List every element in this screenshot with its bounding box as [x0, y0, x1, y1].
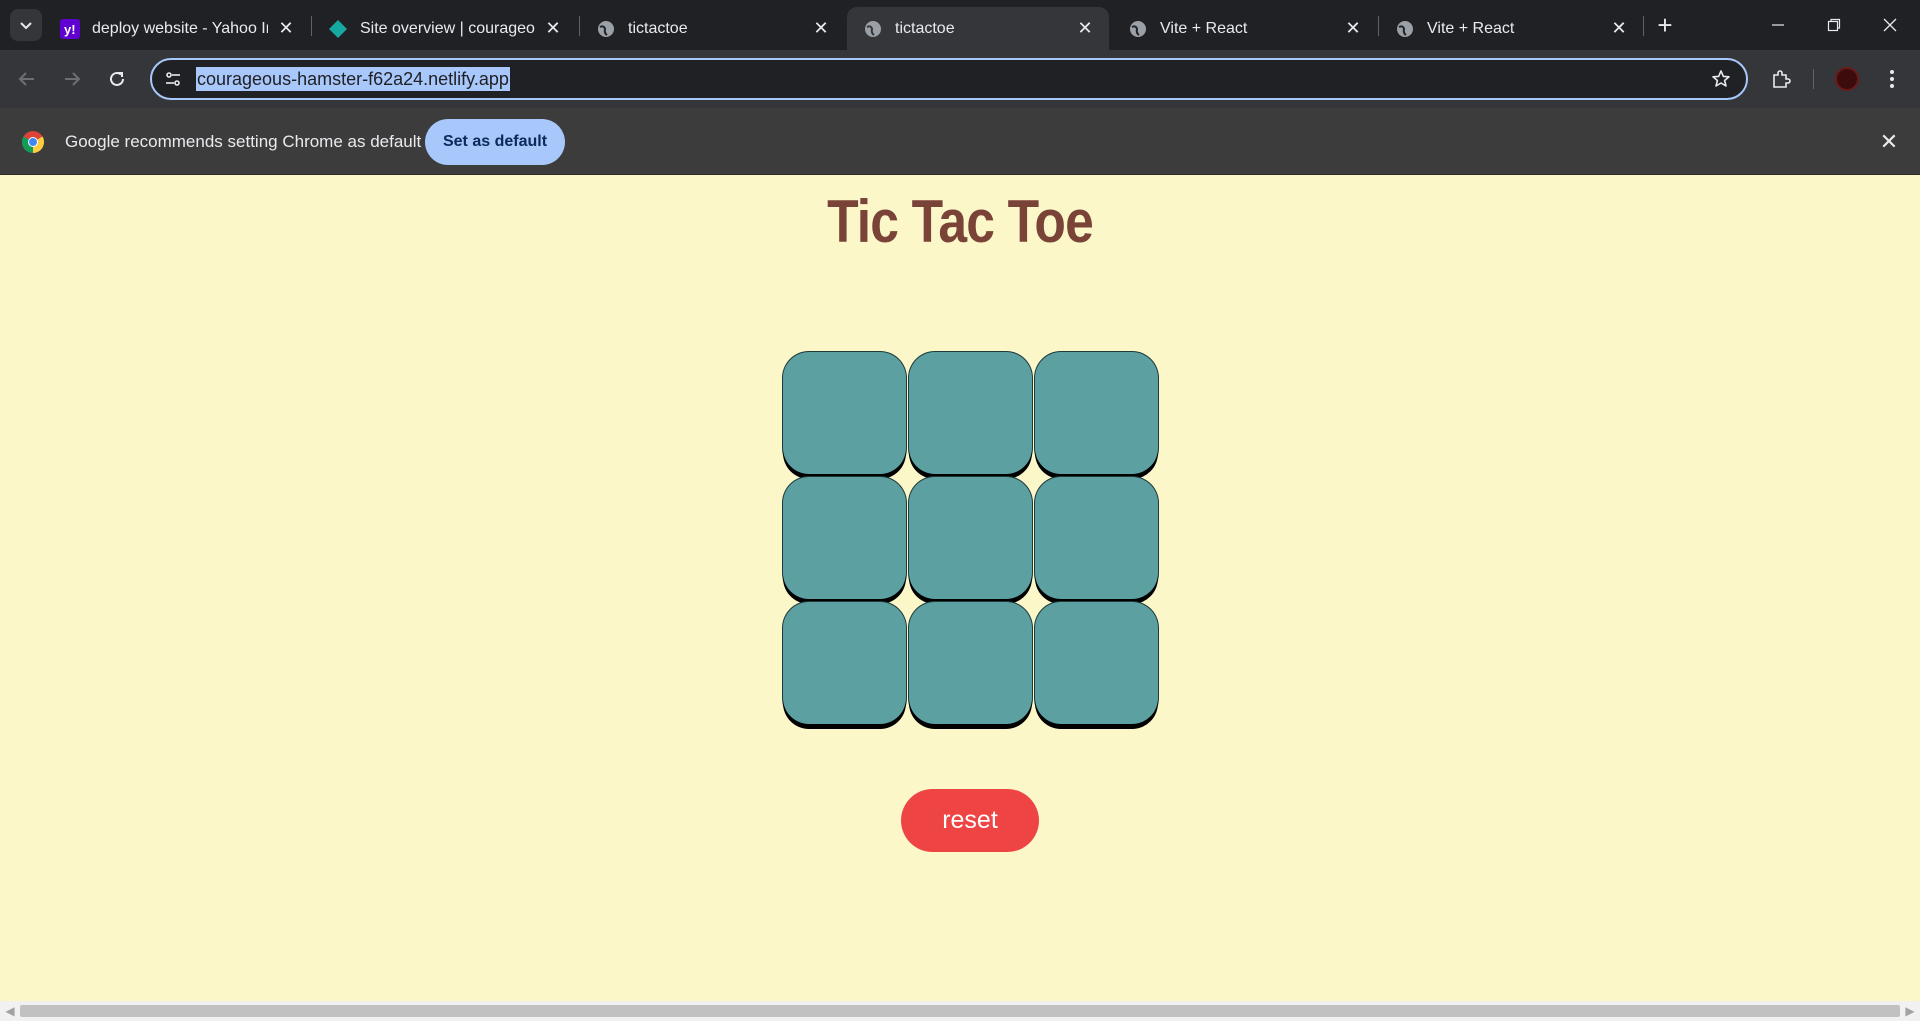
- close-icon[interactable]: ✕: [276, 18, 296, 39]
- tab-title: Site overview | courageous: [360, 19, 535, 37]
- infobar-close-button[interactable]: ✕: [1876, 129, 1902, 155]
- board-cell[interactable]: [909, 477, 1032, 599]
- horizontal-scrollbar[interactable]: ◀ ▶: [0, 1001, 1920, 1021]
- close-window-button[interactable]: [1862, 0, 1918, 50]
- board-cell[interactable]: [783, 477, 906, 599]
- bookmark-star-icon[interactable]: [1710, 68, 1732, 90]
- profile-button[interactable]: [1830, 62, 1864, 96]
- site-info-icon[interactable]: [162, 68, 184, 90]
- globe-icon: [1128, 19, 1148, 39]
- board-cell[interactable]: [909, 602, 1032, 724]
- minimize-icon: [1772, 24, 1784, 26]
- board-cell[interactable]: [1035, 352, 1158, 474]
- tab-title: Vite + React: [1160, 19, 1248, 37]
- tab-yahoo[interactable]: y! deploy website - Yahoo Inc ✕: [44, 7, 310, 50]
- scroll-left-icon[interactable]: ◀: [3, 1004, 17, 1018]
- scrollbar-thumb[interactable]: [20, 1005, 1900, 1017]
- svg-text:y!: y!: [64, 22, 76, 37]
- minimize-button[interactable]: [1750, 0, 1806, 50]
- restore-button[interactable]: [1806, 0, 1862, 50]
- reload-button[interactable]: [100, 62, 134, 96]
- reload-icon: [110, 71, 124, 86]
- tab-strip: y! deploy website - Yahoo Inc ✕ Site ove…: [0, 0, 1920, 50]
- url-text[interactable]: courageous-hamster-f62a24.netlify.app: [196, 67, 510, 91]
- arrow-left-icon: [18, 72, 34, 86]
- tab-vite-1[interactable]: Vite + React ✕: [1112, 7, 1377, 50]
- set-as-default-button[interactable]: Set as default: [425, 119, 565, 165]
- menu-button[interactable]: [1875, 62, 1909, 96]
- arrow-right-icon: [65, 72, 81, 86]
- restore-icon: [1827, 18, 1841, 32]
- board-cell[interactable]: [909, 352, 1032, 474]
- tab-tictactoe-active[interactable]: tictactoe ✕: [847, 7, 1109, 50]
- board-cell[interactable]: [1035, 602, 1158, 724]
- tab-title: deploy website - Yahoo Inc: [92, 19, 268, 37]
- tab-title: tictactoe: [628, 19, 688, 37]
- netlify-icon: [328, 19, 348, 39]
- tab-vite-2[interactable]: Vite + React ✕: [1379, 7, 1643, 50]
- puzzle-icon: [1773, 70, 1791, 88]
- close-icon[interactable]: ✕: [543, 18, 563, 39]
- tab-title: tictactoe: [895, 19, 955, 37]
- reset-button[interactable]: reset: [901, 789, 1039, 852]
- close-icon[interactable]: ✕: [811, 18, 831, 39]
- plus-icon: +: [1657, 9, 1673, 40]
- tab-title: Vite + React: [1427, 19, 1515, 37]
- page-content: Tic Tac Toe reset: [0, 175, 1920, 1001]
- tab-search-button[interactable]: [10, 9, 42, 41]
- yahoo-icon: y!: [60, 18, 80, 39]
- board-cell[interactable]: [783, 352, 906, 474]
- globe-icon: [863, 19, 883, 39]
- tab-separator: [1643, 16, 1644, 36]
- chevron-down-icon: [20, 22, 32, 30]
- scroll-right-icon[interactable]: ▶: [1903, 1004, 1917, 1018]
- board-cell[interactable]: [1035, 477, 1158, 599]
- browser-chrome: y! deploy website - Yahoo Inc ✕ Site ove…: [0, 0, 1920, 175]
- infobar-message: Google recommends setting Chrome as defa…: [65, 132, 422, 151]
- address-bar[interactable]: courageous-hamster-f62a24.netlify.app: [150, 58, 1748, 100]
- board-cell[interactable]: [783, 602, 906, 724]
- close-icon[interactable]: ✕: [1075, 18, 1095, 39]
- tab-netlify[interactable]: Site overview | courageous ✕: [312, 7, 577, 50]
- close-icon[interactable]: ✕: [1609, 18, 1629, 39]
- forward-button[interactable]: [55, 62, 89, 96]
- extensions-button[interactable]: [1764, 62, 1798, 96]
- globe-icon: [596, 19, 616, 39]
- kebab-menu-icon: [1890, 70, 1894, 88]
- globe-icon: [1395, 19, 1415, 39]
- close-icon: ✕: [1879, 129, 1899, 154]
- new-tab-button[interactable]: +: [1651, 9, 1679, 40]
- back-button[interactable]: [10, 62, 44, 96]
- avatar: [1835, 67, 1859, 91]
- close-icon[interactable]: ✕: [1343, 18, 1363, 39]
- toolbar-separator: [1813, 69, 1814, 89]
- close-icon: [1883, 18, 1897, 32]
- page-title: Tic Tac Toe: [827, 188, 1094, 255]
- default-browser-infobar: Google recommends setting Chrome as defa…: [0, 108, 1920, 175]
- browser-toolbar: courageous-hamster-f62a24.netlify.app: [0, 50, 1920, 108]
- chrome-logo-icon: [21, 130, 45, 154]
- game-board: [783, 352, 1159, 728]
- tab-tictactoe-1[interactable]: tictactoe ✕: [580, 7, 845, 50]
